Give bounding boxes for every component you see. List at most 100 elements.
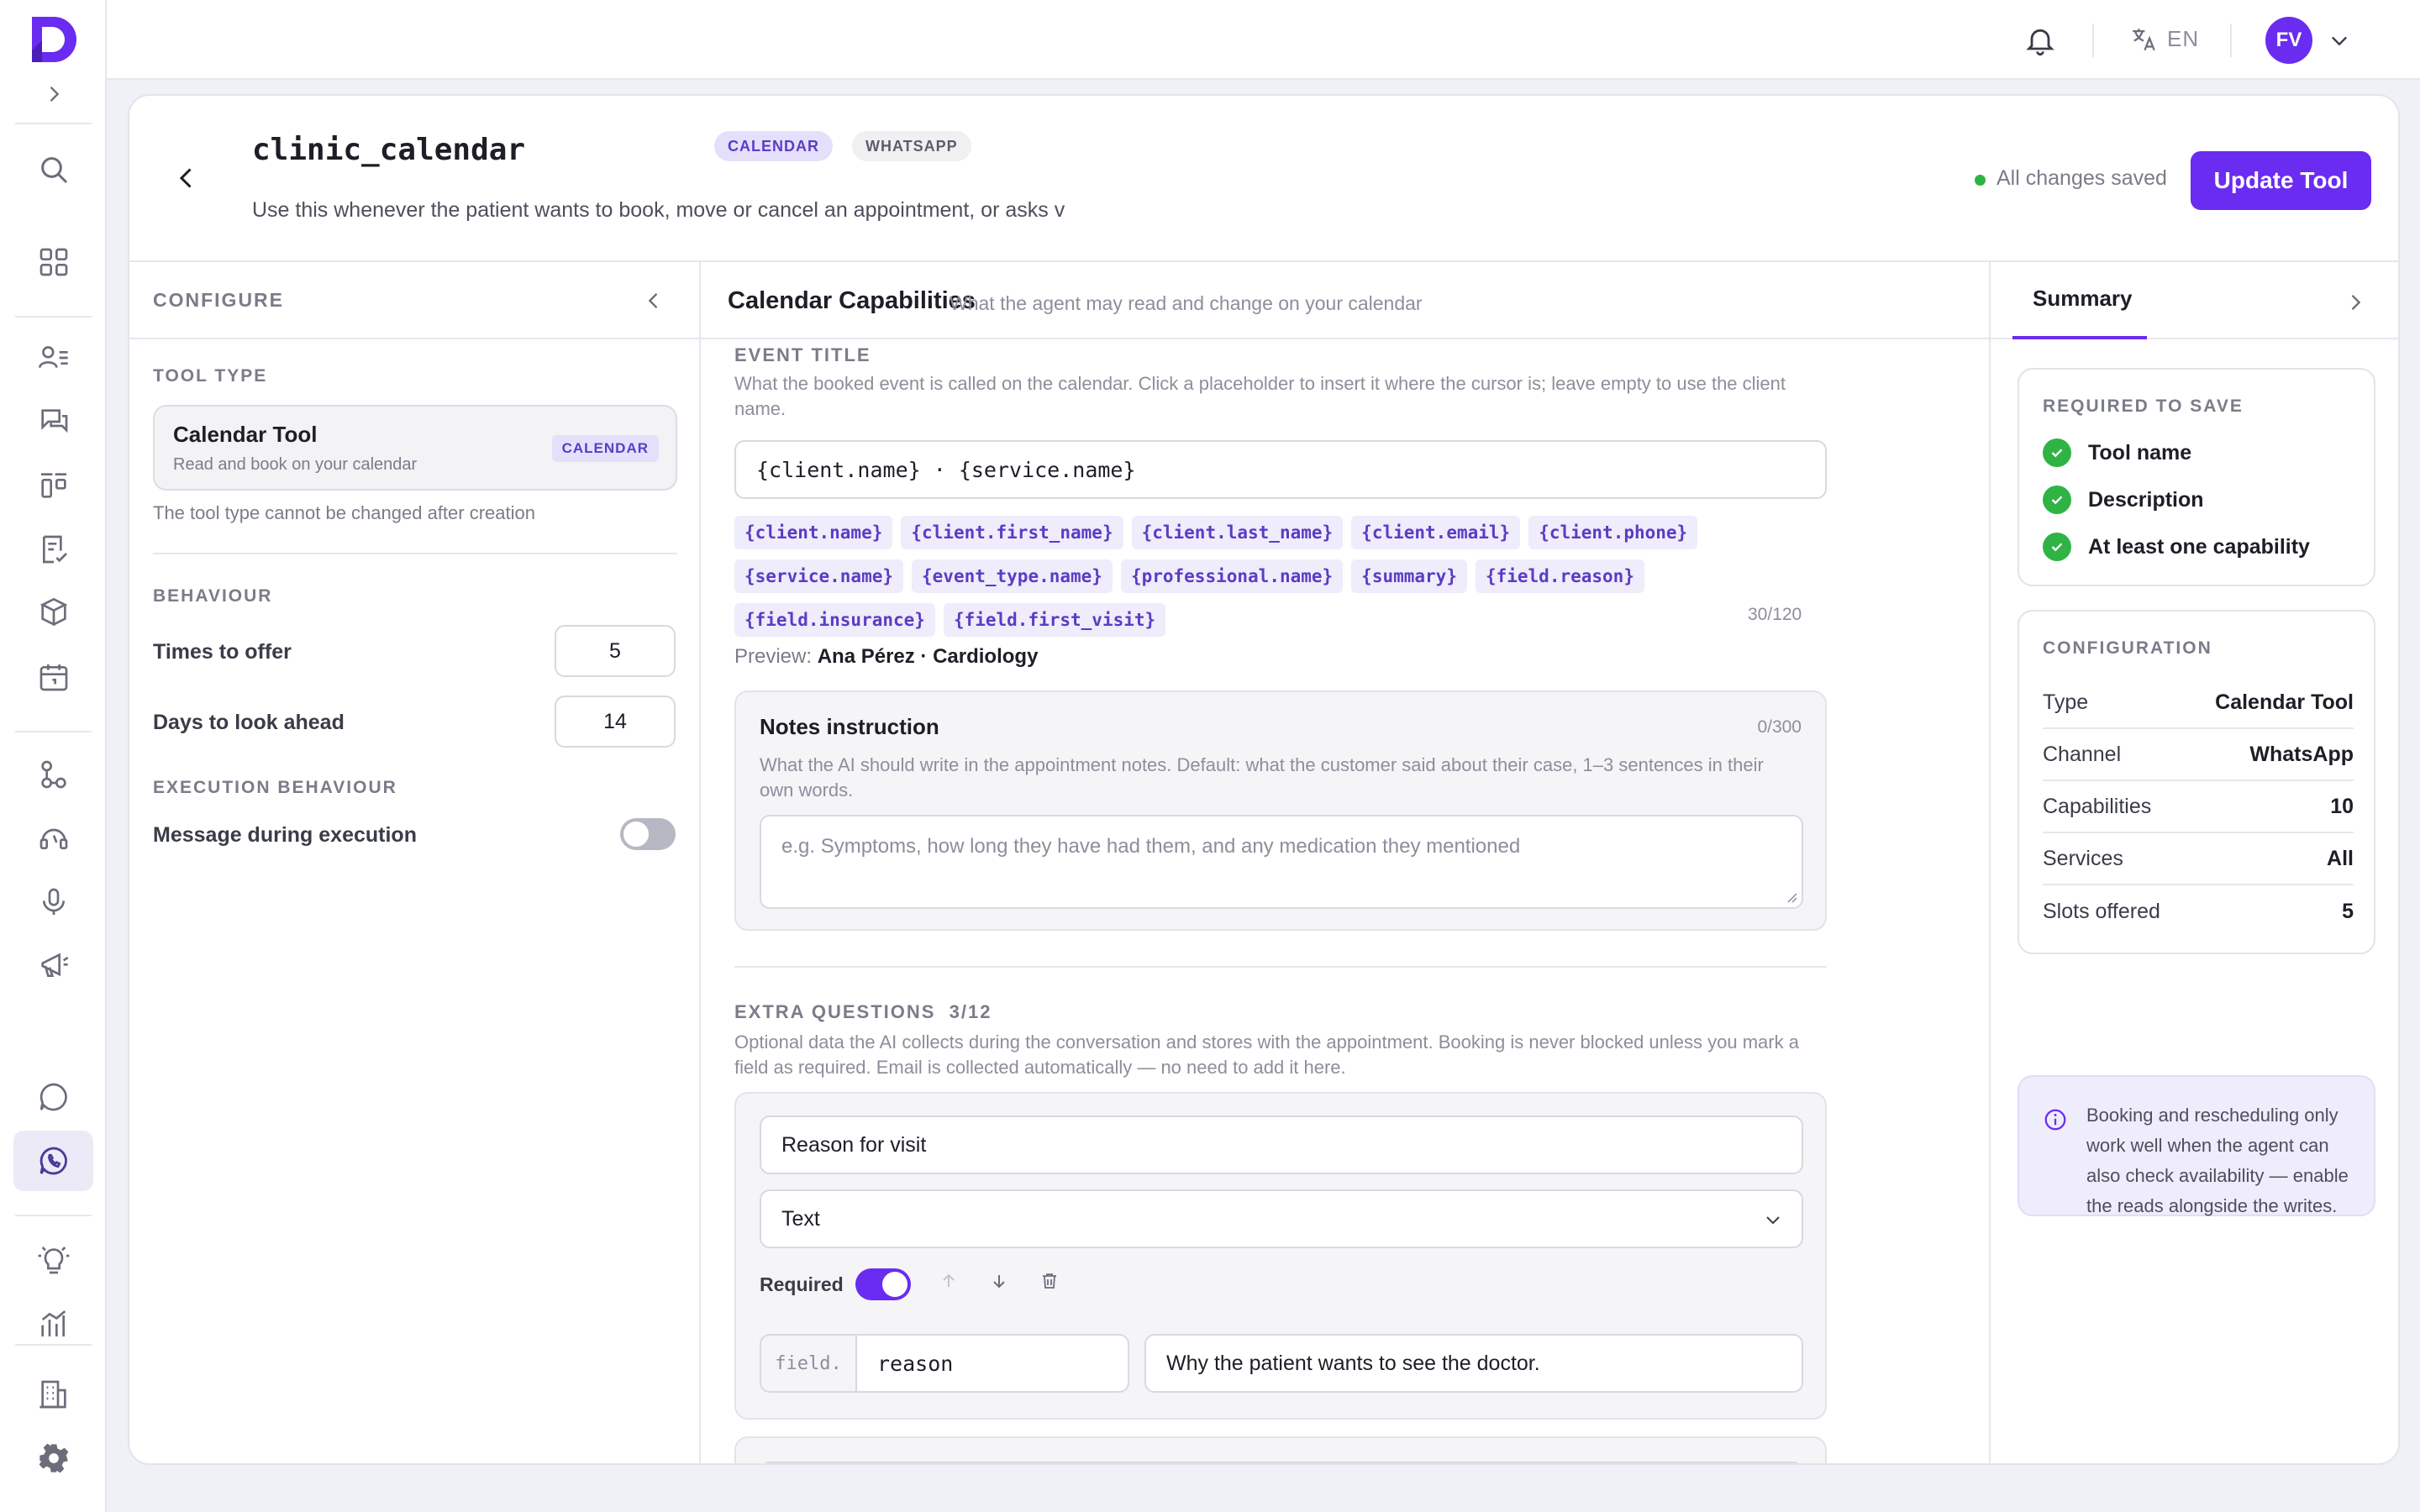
placeholder-chip[interactable]: {client.email} <box>1351 516 1521 549</box>
top-bar <box>107 0 2420 80</box>
placeholder-chip[interactable]: {client.phone} <box>1528 516 1698 549</box>
saved-status-dot <box>1975 175 1986 186</box>
placeholder-chip[interactable]: {service.name} <box>734 559 904 593</box>
resize-handle-icon[interactable] <box>1785 890 1798 904</box>
question-type-select[interactable]: Text <box>760 1189 1803 1248</box>
delete-trash-icon[interactable] <box>1037 1268 1062 1294</box>
summary-panel: Summary REQUIRED TO SAVE Tool name Descr… <box>1991 262 2398 1463</box>
notes-counter: 0/300 <box>1757 717 1802 737</box>
times-to-offer-input[interactable]: 5 <box>555 625 676 677</box>
placeholder-chip[interactable]: {client.last_name} <box>1131 516 1344 549</box>
products-icon[interactable] <box>34 593 74 633</box>
notes-textarea[interactable]: e.g. Symptoms, how long they have had th… <box>760 815 1803 909</box>
notifications-bell-icon[interactable] <box>2023 24 2057 57</box>
question-label-input[interactable] <box>760 1462 1803 1463</box>
search-icon[interactable] <box>34 150 74 190</box>
update-tool-button[interactable]: Update Tool <box>2191 151 2371 210</box>
tool-description[interactable]: Use this whenever the patient wants to b… <box>252 198 1212 223</box>
chat-icon[interactable] <box>34 1077 74 1117</box>
placeholder-chip[interactable]: {professional.name} <box>1120 559 1344 593</box>
campaigns-icon[interactable] <box>34 946 74 986</box>
field-key-input[interactable]: reason <box>855 1334 1129 1393</box>
tab-summary[interactable]: Summary <box>2033 286 2133 312</box>
notes-instruction-box: Notes instruction 0/300 What the AI shou… <box>734 690 1827 931</box>
language-selector[interactable]: EN <box>2167 26 2199 52</box>
config-key: Capabilities <box>2043 794 2152 818</box>
placeholder-chip[interactable]: {summary} <box>1351 559 1467 593</box>
config-row-capabilities: Capabilities 10 <box>2043 781 2354 833</box>
config-value: All <box>2327 846 2354 870</box>
capabilities-title: Calendar Capabilities <box>728 287 976 314</box>
config-key: Channel <box>2043 742 2122 766</box>
save-status: All changes saved <box>1996 166 2167 190</box>
required-to-save-card: REQUIRED TO SAVE Tool name Description A… <box>2018 368 2375 586</box>
company-building-icon[interactable] <box>34 1374 74 1415</box>
app-logo[interactable] <box>29 13 79 66</box>
extra-questions-label: EXTRA QUESTIONS 3/12 <box>734 1001 992 1023</box>
tool-header: clinic_calendar CALENDAR WHATSAPP Use th… <box>129 96 2398 262</box>
field-prefix: field. <box>760 1334 857 1393</box>
required-to-save-label: REQUIRED TO SAVE <box>2043 396 2244 416</box>
message-during-execution-toggle[interactable] <box>620 818 676 850</box>
config-value: Calendar Tool <box>2215 690 2354 714</box>
rail-divider <box>15 1215 92 1216</box>
collapse-right-icon[interactable] <box>2344 291 2367 314</box>
required-item-label: Tool name <box>2088 440 2192 465</box>
capabilities-header: Calendar Capabilities What the agent may… <box>701 262 1989 339</box>
tool-type-label: TOOL TYPE <box>153 366 268 386</box>
workflows-icon[interactable] <box>34 754 74 795</box>
back-arrow-icon[interactable] <box>171 163 202 193</box>
event-title-input[interactable]: {client.name} · {service.name} <box>734 440 1827 499</box>
placeholder-chip[interactable]: {field.insurance} <box>734 603 935 637</box>
check-icon <box>2043 533 2071 561</box>
question-label-input[interactable]: Reason for visit <box>760 1116 1803 1174</box>
extra-questions-count: 3/12 <box>949 1001 992 1022</box>
extra-questions-title: EXTRA QUESTIONS <box>734 1001 936 1022</box>
preview-label: Preview: <box>734 645 813 668</box>
ideas-bulb-icon[interactable] <box>34 1240 74 1280</box>
configure-header: CONFIGURE <box>129 262 699 339</box>
agent-support-icon[interactable] <box>34 818 74 858</box>
rail-divider <box>15 123 92 124</box>
dashboard-grid-icon[interactable] <box>34 242 74 282</box>
field-description-input[interactable]: Why the patient wants to see the doctor. <box>1144 1334 1803 1393</box>
placeholder-chip[interactable]: {field.reason} <box>1475 559 1644 593</box>
placeholder-chip[interactable]: {client.name} <box>734 516 893 549</box>
tool-name-title[interactable]: clinic_calendar <box>252 133 525 167</box>
move-down-icon[interactable] <box>986 1268 1012 1294</box>
pipeline-icon[interactable] <box>34 465 74 506</box>
user-avatar[interactable]: FV <box>2265 17 2312 64</box>
analytics-icon[interactable] <box>34 1304 74 1344</box>
required-item: Description <box>2043 486 2204 514</box>
config-value: 10 <box>2330 794 2354 818</box>
config-key: Slots offered <box>2043 899 2160 923</box>
expand-rail-icon[interactable] <box>42 82 66 106</box>
capabilities-scroll-area[interactable]: EVENT TITLE What the booked event is cal… <box>701 339 1989 1463</box>
placeholder-chip[interactable]: {client.first_name} <box>901 516 1123 549</box>
chevron-down-icon[interactable] <box>2328 29 2351 52</box>
check-icon <box>2043 486 2071 514</box>
collapse-left-icon[interactable] <box>642 289 666 312</box>
settings-gear-icon[interactable] <box>34 1438 74 1478</box>
tag-calendar: CALENDAR <box>714 131 833 161</box>
rail-divider <box>15 316 92 318</box>
whatsapp-icon[interactable] <box>34 1141 74 1181</box>
question-card: Reason for visit Text Required field. re… <box>734 1092 1827 1420</box>
placeholder-chip[interactable]: {field.first_visit} <box>943 603 1166 637</box>
tasks-icon[interactable] <box>34 529 74 570</box>
translate-icon[interactable] <box>2129 25 2158 54</box>
days-ahead-input[interactable]: 14 <box>555 696 676 748</box>
calendar-icon[interactable] <box>34 657 74 697</box>
microphone-icon[interactable] <box>34 882 74 922</box>
info-icon <box>2044 1109 2066 1131</box>
placeholder-chip[interactable]: {event_type.name} <box>912 559 1113 593</box>
conversations-icon[interactable] <box>34 402 74 442</box>
event-title-preview: Preview: Ana Pérez · Cardiology <box>734 645 1038 669</box>
capabilities-panel: Calendar Capabilities What the agent may… <box>701 262 1991 1463</box>
move-up-icon[interactable] <box>936 1268 961 1294</box>
configure-panel: CONFIGURE TOOL TYPE Calendar Tool Read a… <box>129 262 701 1463</box>
required-toggle[interactable] <box>855 1268 911 1300</box>
contacts-icon[interactable] <box>34 338 74 378</box>
event-title-label: EVENT TITLE <box>734 344 871 365</box>
config-value: WhatsApp <box>2249 742 2354 766</box>
